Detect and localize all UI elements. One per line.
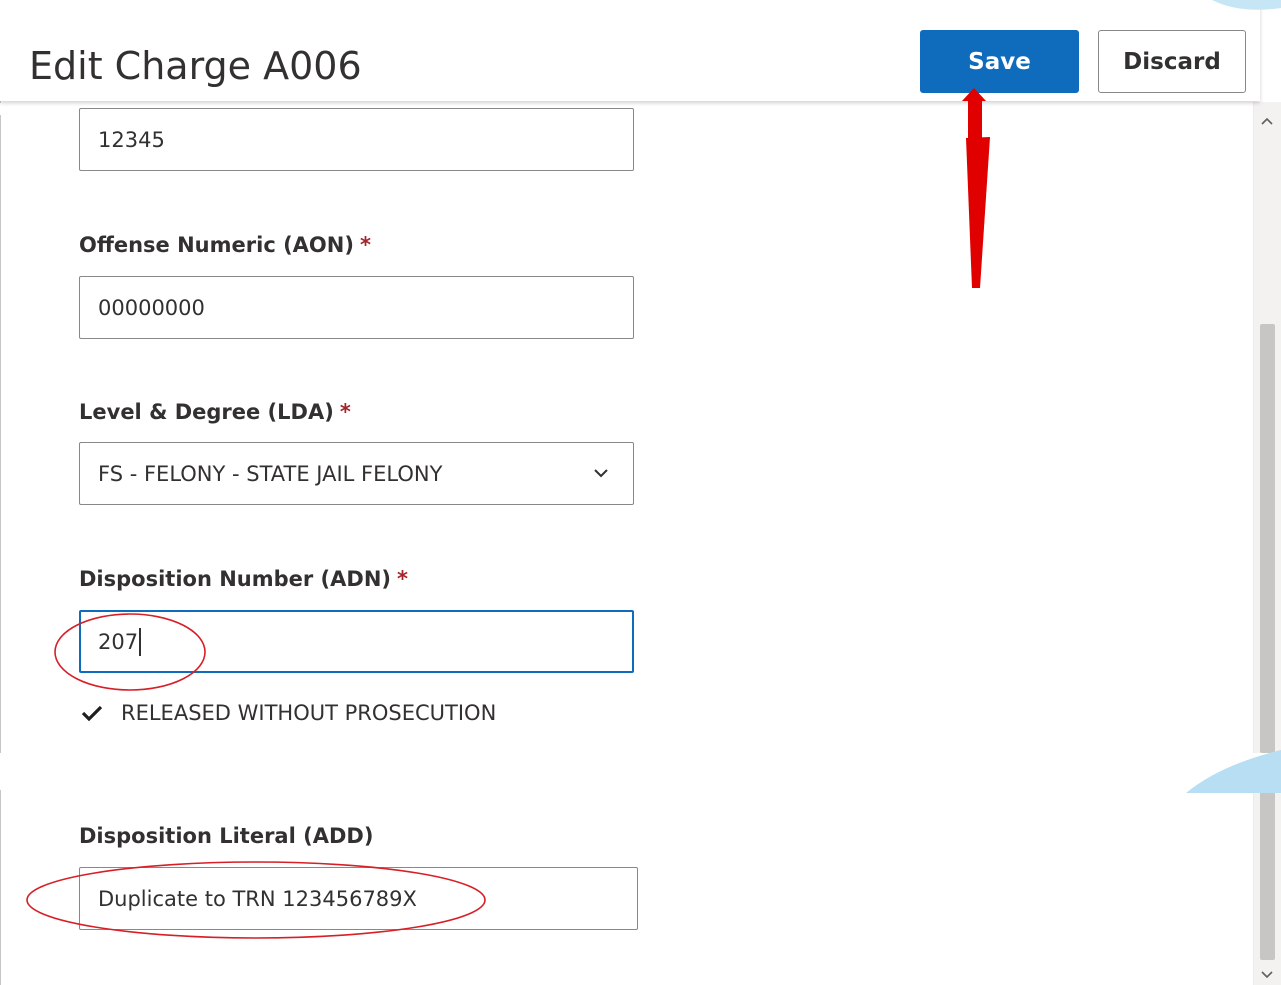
disposition-number-value: 207 <box>98 629 139 654</box>
charge-id-value: 12345 <box>98 127 165 152</box>
scroll-down-icon[interactable] <box>1260 970 1274 980</box>
scrollbar[interactable] <box>1253 790 1281 985</box>
disposition-number-input[interactable]: 207 <box>79 610 634 673</box>
edit-charge-panel-continued: Disposition Literal (ADD) Duplicate to T… <box>0 790 1281 985</box>
text-caret <box>139 627 142 656</box>
page-title: Edit Charge A006 <box>29 44 362 88</box>
level-degree-select[interactable]: FS - FELONY - STATE JAIL FELONY <box>79 442 634 505</box>
chevron-down-icon <box>594 469 608 478</box>
offense-numeric-value: 00000000 <box>98 295 205 320</box>
scrollbar-thumb[interactable] <box>1260 790 1275 960</box>
required-mark: * <box>359 233 371 257</box>
scrollbar-thumb[interactable] <box>1260 324 1275 753</box>
disposition-number-label: Disposition Number (ADN) * <box>79 567 409 591</box>
level-degree-selected: FS - FELONY - STATE JAIL FELONY <box>98 461 443 486</box>
disposition-literal-label: Disposition Literal (ADD) <box>79 824 374 848</box>
offense-numeric-input[interactable]: 00000000 <box>79 276 634 339</box>
edit-charge-panel: Edit Charge A006 Save Discard 12345 Offe… <box>0 0 1281 753</box>
left-border <box>0 790 1 985</box>
level-degree-label: Level & Degree (LDA) * <box>79 400 351 424</box>
charge-id-field[interactable]: 12345 <box>79 108 634 171</box>
disposition-literal-value: Duplicate to TRN 123456789X <box>98 886 417 911</box>
save-button[interactable]: Save <box>920 30 1079 93</box>
left-border <box>0 115 1 753</box>
required-mark: * <box>397 567 409 591</box>
disposition-hint: RELEASED WITHOUT PROSECUTION <box>81 701 496 725</box>
disposition-hint-text: RELEASED WITHOUT PROSECUTION <box>121 701 497 725</box>
decorative-corner-middle <box>1186 750 1281 793</box>
disposition-literal-input[interactable]: Duplicate to TRN 123456789X <box>79 867 638 930</box>
offense-numeric-label: Offense Numeric (AON) * <box>79 233 371 257</box>
scrollbar[interactable] <box>1253 102 1281 753</box>
panel-header: Edit Charge A006 Save Discard <box>0 0 1260 101</box>
scroll-up-icon[interactable] <box>1260 116 1274 126</box>
required-mark: * <box>339 400 351 424</box>
discard-button[interactable]: Discard <box>1098 30 1246 93</box>
checkmark-icon <box>81 705 103 722</box>
